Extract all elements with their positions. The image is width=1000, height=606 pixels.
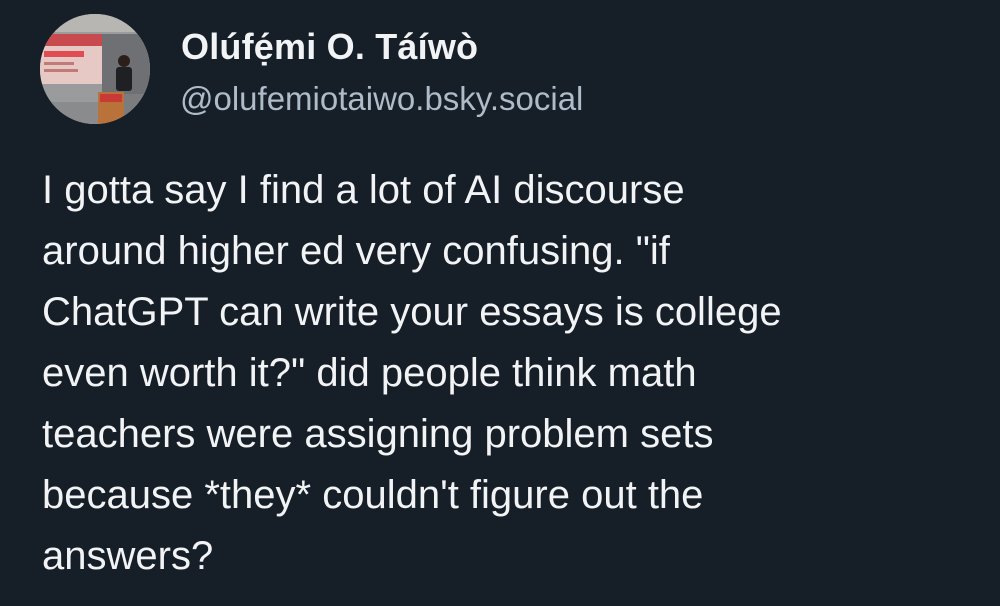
post-body-text: I gotta say I find a lot of AI discourse…	[42, 168, 782, 578]
author-display-name[interactable]: Olúfẹ́mi O. Táíwò	[181, 26, 478, 68]
profile-photo-lecture-icon	[40, 14, 150, 124]
avatar[interactable]	[40, 14, 150, 124]
author-handle[interactable]: @olufemiotaiwo.bsky.social	[180, 80, 583, 118]
post-card: Olúfẹ́mi O. Táíwò @olufemiotaiwo.bsky.so…	[0, 0, 1000, 606]
